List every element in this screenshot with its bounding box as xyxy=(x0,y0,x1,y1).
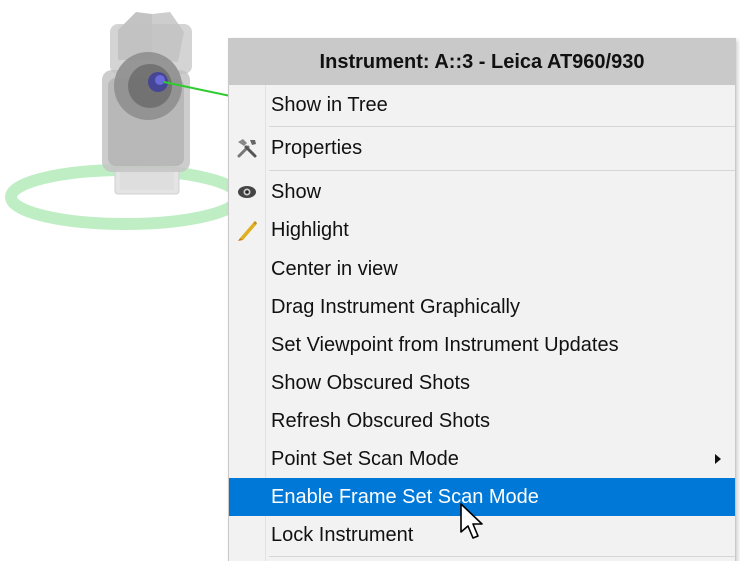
menu-item-highlight[interactable]: Highlight xyxy=(229,211,735,249)
menu-item-label: Center in view xyxy=(271,257,398,280)
menu-separator xyxy=(269,126,735,127)
menu-item-label: Show Obscured Shots xyxy=(271,371,470,394)
context-menu: Instrument: A::3 - Leica AT960/930 Show … xyxy=(228,38,736,561)
menu-item-label: Enable Frame Set Scan Mode xyxy=(271,485,539,508)
menu-item-set-viewpoint[interactable]: Set Viewpoint from Instrument Updates xyxy=(229,326,735,364)
laser-tracker-instrument-graphic[interactable] xyxy=(0,0,240,240)
mouse-cursor-icon xyxy=(460,503,483,539)
menu-item-label: Point Set Scan Mode xyxy=(271,447,459,470)
menu-item-refresh-obscured-shots[interactable]: Refresh Obscured Shots xyxy=(229,402,735,440)
menu-item-label: Properties xyxy=(271,136,363,159)
menu-separator xyxy=(269,556,735,557)
menu-item-label: Show in Tree xyxy=(271,93,388,116)
menu-item-label: Refresh Obscured Shots xyxy=(271,409,490,432)
submenu-arrow-icon xyxy=(715,454,721,464)
menu-title: Instrument: A::3 - Leica AT960/930 xyxy=(229,39,735,85)
menu-item-show[interactable]: Show xyxy=(229,173,735,211)
tools-icon xyxy=(235,136,259,160)
3d-viewport[interactable]: Instrument: A::3 - Leica AT960/930 Show … xyxy=(0,0,740,561)
menu-item-drag-instrument[interactable]: Drag Instrument Graphically xyxy=(229,288,735,326)
menu-item-properties[interactable]: Properties xyxy=(229,129,735,167)
menu-item-show-obscured-shots[interactable]: Show Obscured Shots xyxy=(229,364,735,402)
menu-item-label: Show xyxy=(271,180,322,203)
menu-item-label: Drag Instrument Graphically xyxy=(271,295,520,318)
menu-item-label: Highlight xyxy=(271,218,349,241)
pencil-icon xyxy=(235,218,259,242)
menu-item-center-in-view[interactable]: Center in view xyxy=(229,250,735,288)
menu-item-label: Set Viewpoint from Instrument Updates xyxy=(271,333,619,356)
menu-item-show-in-tree[interactable]: Show in Tree xyxy=(229,86,735,124)
eye-icon xyxy=(235,180,259,204)
menu-item-label: Lock Instrument xyxy=(271,523,414,546)
menu-item-point-set-scan-mode[interactable]: Point Set Scan Mode xyxy=(229,440,735,478)
menu-separator xyxy=(269,170,735,171)
